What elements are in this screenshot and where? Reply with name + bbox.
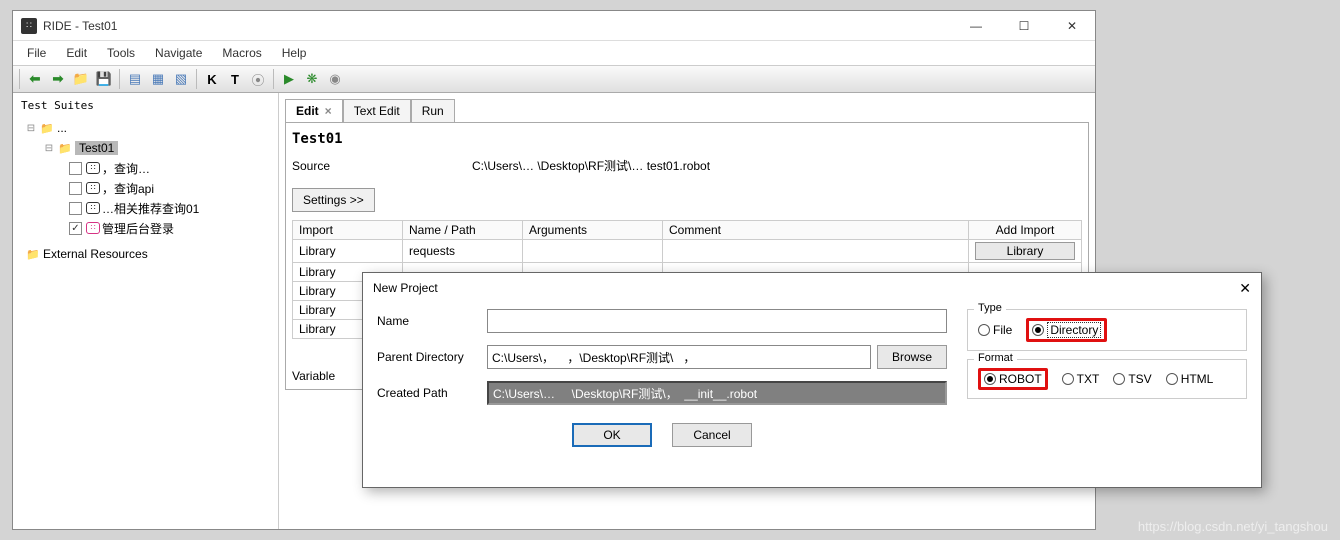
open-icon[interactable]: 📁 <box>71 69 91 89</box>
close-button[interactable]: ✕ <box>1057 16 1087 36</box>
tool-icon-2[interactable]: ▦ <box>148 69 168 89</box>
tree-row-suite[interactable]: ⊟ 📁 Test01 <box>19 138 272 158</box>
parent-dir-label: Parent Directory <box>377 350 487 364</box>
menu-edit[interactable]: Edit <box>58 44 95 62</box>
dialog-title: New Project <box>373 281 1239 295</box>
dialog-title-bar: New Project ✕ <box>363 273 1261 303</box>
sidebar-title: Test Suites <box>17 97 274 114</box>
radio-icon <box>1032 324 1044 336</box>
col-import: Import <box>293 221 403 240</box>
name-input[interactable] <box>487 309 947 333</box>
keyword-icon[interactable]: K <box>202 69 222 89</box>
radio-tsv[interactable]: TSV <box>1113 372 1151 386</box>
radio-icon <box>984 373 996 385</box>
run-icon[interactable]: ▶ <box>279 69 299 89</box>
checkbox[interactable] <box>69 162 82 175</box>
name-label: Name <box>377 314 487 328</box>
parent-dir-input[interactable] <box>487 345 871 369</box>
close-icon[interactable]: × <box>325 104 332 118</box>
library-button[interactable]: Library <box>975 242 1075 260</box>
scalar-icon[interactable]: ⦿ <box>248 69 268 89</box>
test-title: Test01 <box>292 129 1082 153</box>
robot-icon: ∷ <box>86 222 100 234</box>
tool-icon-1[interactable]: ▤ <box>125 69 145 89</box>
tree-toggle-icon[interactable]: ⊟ <box>43 143 55 154</box>
col-add-import: Add Import <box>969 221 1082 240</box>
tree-row-external[interactable]: 📁 External Resources <box>19 244 272 264</box>
radio-icon <box>1113 373 1125 385</box>
close-icon[interactable]: ✕ <box>1239 280 1251 297</box>
col-args: Arguments <box>523 221 663 240</box>
tree-row-test[interactable]: ∷ ，查询api <box>19 178 272 198</box>
new-project-dialog: New Project ✕ Name Parent Directory Brow… <box>362 272 1262 488</box>
window-title: RIDE - Test01 <box>43 19 961 33</box>
robot-icon: ∷ <box>86 162 100 174</box>
tab-text-edit[interactable]: Text Edit <box>343 99 411 122</box>
folder-icon: 📁 <box>57 141 73 155</box>
tree-row-root[interactable]: ⊟ 📁 ... <box>19 118 272 138</box>
type-legend: Type <box>974 302 1006 314</box>
menu-bar: File Edit Tools Navigate Macros Help <box>13 41 1095 65</box>
format-legend: Format <box>974 352 1017 364</box>
tab-edit[interactable]: Edit× <box>285 99 343 122</box>
tree-toggle-icon[interactable]: ⊟ <box>25 123 37 134</box>
back-icon[interactable]: ⬅ <box>25 69 45 89</box>
radio-icon <box>1166 373 1178 385</box>
format-fieldset: Format ROBOT TXT TSV HTML <box>967 359 1247 399</box>
tree-row-test[interactable]: ∷ ，查询… <box>19 158 272 178</box>
forward-icon[interactable]: ➡ <box>48 69 68 89</box>
ok-button[interactable]: OK <box>572 423 652 447</box>
col-name: Name / Path <box>403 221 523 240</box>
source-label: Source <box>292 159 472 173</box>
tree-row-test[interactable]: ✓ ∷ 管理后台登录 <box>19 218 272 238</box>
tree: ⊟ 📁 ... ⊟ 📁 Test01 ∷ ，查询… <box>17 114 274 268</box>
radio-file[interactable]: File <box>978 323 1012 337</box>
minimize-button[interactable]: — <box>961 16 991 36</box>
radio-icon <box>978 324 990 336</box>
app-icon: ∷ <box>21 18 37 34</box>
menu-macros[interactable]: Macros <box>214 44 269 62</box>
checkbox[interactable] <box>69 202 82 215</box>
menu-tools[interactable]: Tools <box>99 44 143 62</box>
radio-txt[interactable]: TXT <box>1062 372 1100 386</box>
folder-icon: 📁 <box>25 247 41 261</box>
tabs: Edit× Text Edit Run <box>285 99 1089 122</box>
menu-help[interactable]: Help <box>274 44 315 62</box>
col-comment: Comment <box>663 221 969 240</box>
cancel-button[interactable]: Cancel <box>672 423 752 447</box>
folder-icon: 📁 <box>39 121 55 135</box>
settings-button[interactable]: Settings >> <box>292 188 375 212</box>
debug-icon[interactable]: ❋ <box>302 69 322 89</box>
toolbar: ⬅ ➡ 📁 💾 ▤ ▦ ▧ K T ⦿ ▶ ❋ ◉ <box>13 65 1095 93</box>
created-path-input <box>487 381 947 405</box>
source-value: C:\Users\… \Desktop\RF测试\… test01.robot <box>472 157 710 174</box>
tree-label-selected: Test01 <box>75 141 118 155</box>
menu-file[interactable]: File <box>19 44 54 62</box>
maximize-button[interactable]: ☐ <box>1009 16 1039 36</box>
robot-icon: ∷ <box>86 182 100 194</box>
type-fieldset: Type File Directory <box>967 309 1247 351</box>
radio-robot[interactable]: ROBOT <box>984 372 1042 386</box>
created-path-label: Created Path <box>377 386 487 400</box>
browse-button[interactable]: Browse <box>877 345 947 369</box>
sidebar: Test Suites ⊟ 📁 ... ⊟ 📁 Test01 ∷ <box>13 93 279 529</box>
watermark: https://blog.csdn.net/yi_tangshou <box>1138 519 1328 534</box>
tab-run[interactable]: Run <box>411 99 455 122</box>
testcase-icon[interactable]: T <box>225 69 245 89</box>
stop-icon[interactable]: ◉ <box>325 69 345 89</box>
radio-html[interactable]: HTML <box>1166 372 1214 386</box>
menu-navigate[interactable]: Navigate <box>147 44 210 62</box>
table-row[interactable]: Libraryrequests Library <box>293 240 1082 263</box>
title-bar: ∷ RIDE - Test01 — ☐ ✕ <box>13 11 1095 41</box>
tool-icon-3[interactable]: ▧ <box>171 69 191 89</box>
checkbox[interactable] <box>69 182 82 195</box>
save-icon[interactable]: 💾 <box>94 69 114 89</box>
tree-row-test[interactable]: ∷ …相关推荐查询01 <box>19 198 272 218</box>
radio-directory[interactable]: Directory <box>1032 322 1101 338</box>
radio-icon <box>1062 373 1074 385</box>
robot-icon: ∷ <box>86 202 100 214</box>
checkbox-checked[interactable]: ✓ <box>69 222 82 235</box>
